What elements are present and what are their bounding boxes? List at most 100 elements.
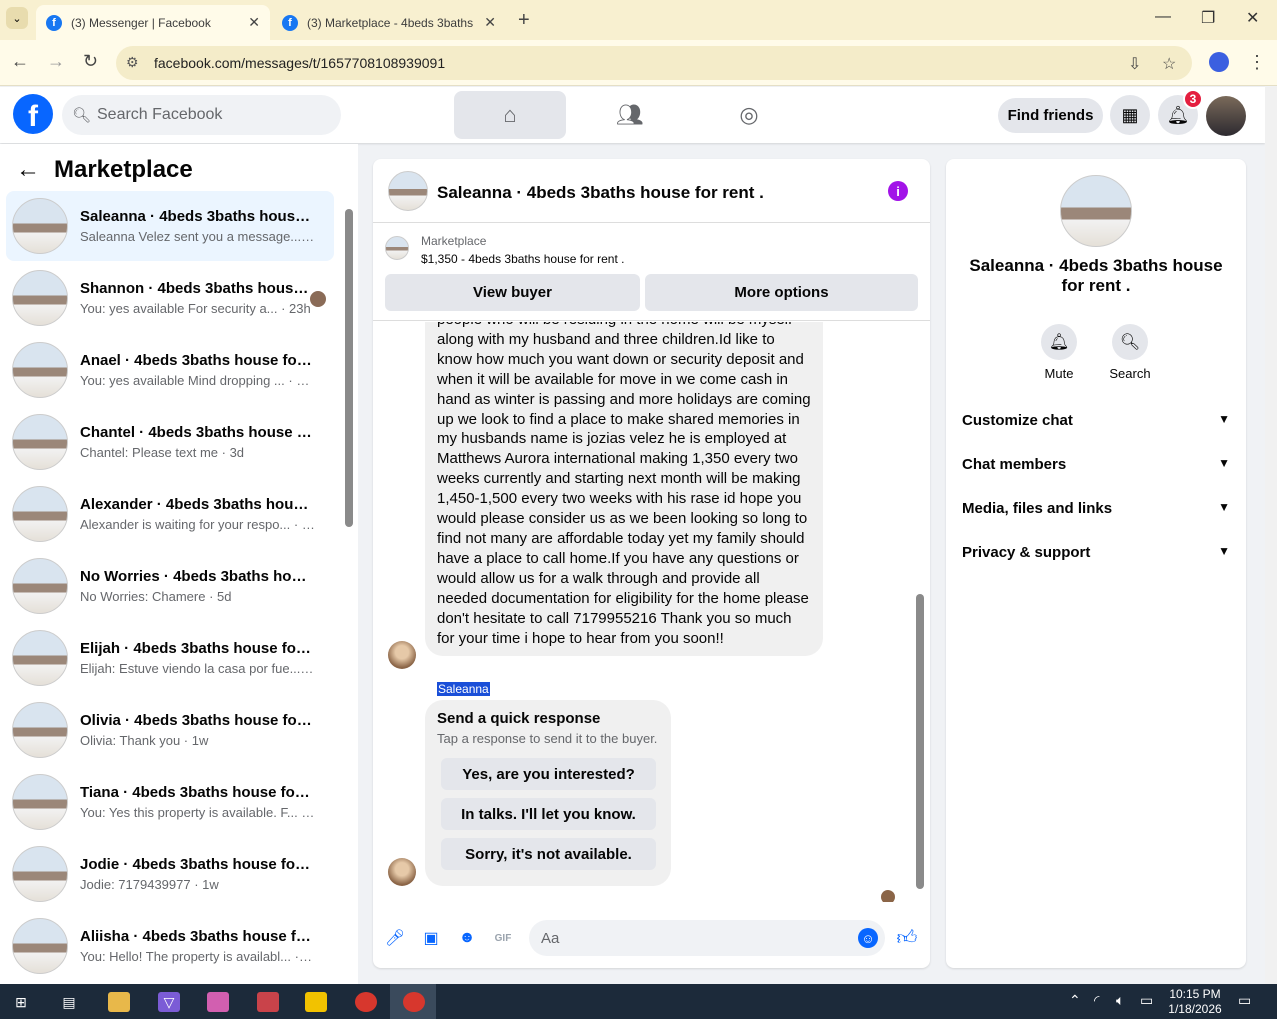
chrome-icon[interactable] bbox=[355, 992, 377, 1012]
listing-thumbnail bbox=[12, 342, 68, 398]
gif-icon[interactable]: GIF bbox=[493, 928, 513, 948]
listing-thumbnail bbox=[12, 846, 68, 902]
close-tab-icon[interactable]: ✕ bbox=[484, 14, 496, 31]
search-action[interactable]: 🔍︎ Search bbox=[1100, 324, 1160, 381]
browser-profile-icon[interactable] bbox=[1209, 52, 1229, 72]
sticky-notes-icon[interactable] bbox=[305, 992, 327, 1012]
facebook-search-input[interactable]: 🔍︎ Search Facebook bbox=[62, 95, 341, 135]
browser-tab-marketplace[interactable]: f (3) Marketplace - 4beds 3baths ✕ bbox=[272, 5, 506, 40]
conversation-item[interactable]: Elijah · 4beds 3baths house for rent . El… bbox=[6, 623, 334, 693]
customize-chat-row[interactable]: Customize chat ▼ bbox=[962, 412, 1230, 429]
find-friends-button[interactable]: Find friends bbox=[998, 98, 1103, 133]
conversation-item[interactable]: Shannon · 4beds 3baths house for rent . Y… bbox=[6, 263, 334, 333]
quick-response-button[interactable]: Sorry, it's not available. bbox=[441, 838, 656, 870]
chrome-icon[interactable] bbox=[403, 992, 425, 1012]
tab-search-dropdown-icon[interactable]: ⌄ bbox=[6, 7, 28, 29]
system-clock[interactable]: 10:15 PM 1/18/2026 bbox=[1160, 987, 1230, 1017]
bookmark-star-icon[interactable]: ☆ bbox=[1162, 54, 1176, 74]
listing-price-title[interactable]: $1,350 - 4beds 3baths house for rent . bbox=[421, 252, 624, 266]
conversation-preview: Saleanna Velez sent you a message... · 4… bbox=[80, 229, 315, 244]
facebook-logo-icon[interactable]: f bbox=[13, 94, 53, 134]
chat-listing-avatar[interactable] bbox=[388, 171, 428, 211]
network-icon[interactable]: ◜ bbox=[1094, 992, 1099, 1009]
sender-avatar[interactable] bbox=[388, 641, 416, 669]
chat-scrollbar[interactable] bbox=[916, 594, 924, 889]
search-icon: 🔍︎ bbox=[1112, 324, 1148, 360]
conversation-item[interactable]: Saleanna · 4beds 3baths house for rent .… bbox=[6, 191, 334, 261]
more-options-button[interactable]: More options bbox=[645, 274, 918, 311]
conversation-item[interactable]: Aliisha · 4beds 3baths house for rent . Y… bbox=[6, 911, 334, 981]
close-tab-icon[interactable]: ✕ bbox=[248, 14, 260, 31]
listing-thumbnail bbox=[12, 270, 68, 326]
windows-start-icon[interactable]: ⊞ bbox=[10, 992, 32, 1012]
like-thumbs-up-icon[interactable]: 👍︎ bbox=[897, 927, 918, 949]
conversation-item[interactable]: Jodie · 4beds 3baths house for rent . Jod… bbox=[6, 839, 334, 909]
account-avatar[interactable] bbox=[1206, 96, 1246, 136]
show-hidden-icons-icon[interactable]: ⌃ bbox=[1069, 992, 1081, 1009]
app-icon[interactable]: ▽ bbox=[158, 992, 180, 1012]
browser-tab-messenger[interactable]: f (3) Messenger | Facebook ✕ bbox=[36, 5, 270, 40]
page-scrollbar[interactable] bbox=[1265, 87, 1277, 984]
app-icon[interactable] bbox=[207, 992, 229, 1012]
restore-icon[interactable]: ❐ bbox=[1201, 8, 1215, 28]
message-input[interactable]: Aa ☺ bbox=[529, 920, 885, 956]
conversation-item[interactable]: Anael · 4beds 3baths house for rent . You… bbox=[6, 335, 334, 405]
conversation-item[interactable]: Chantel · 4beds 3baths house for rent . C… bbox=[6, 407, 334, 477]
file-explorer-icon[interactable] bbox=[108, 992, 130, 1012]
view-buyer-button[interactable]: View buyer bbox=[385, 274, 640, 311]
privacy-support-row[interactable]: Privacy & support ▼ bbox=[962, 544, 1230, 561]
chevron-down-icon: ▼ bbox=[1218, 412, 1230, 426]
back-icon[interactable]: ← bbox=[11, 51, 29, 72]
chat-members-row[interactable]: Chat members ▼ bbox=[962, 456, 1230, 473]
sidebar-scrollbar[interactable] bbox=[345, 209, 353, 527]
media-files-links-row[interactable]: Media, files and links ▼ bbox=[962, 500, 1230, 517]
conversation-preview: Elijah: Estuve viendo la casa por fue...… bbox=[80, 661, 315, 676]
sticker-icon[interactable]: ☻ bbox=[457, 928, 477, 948]
app-icon[interactable] bbox=[257, 992, 279, 1012]
listing-thumbnail bbox=[12, 630, 68, 686]
home-tab[interactable]: ⌂ bbox=[454, 91, 566, 139]
browser-tab-strip: ⌄ f (3) Messenger | Facebook ✕ f (3) Mar… bbox=[0, 0, 1277, 40]
conversation-preview: You: yes available Mind dropping ... · 2… bbox=[80, 373, 315, 388]
conversation-item[interactable]: Alexander · 4beds 3baths house for rent … bbox=[6, 479, 334, 549]
conversation-details-panel: Saleanna · 4beds 3baths house for rent .… bbox=[946, 159, 1246, 968]
search-placeholder: Search Facebook bbox=[97, 106, 223, 123]
info-icon[interactable]: i bbox=[888, 181, 908, 201]
microphone-icon[interactable]: 🎤︎ bbox=[385, 928, 405, 948]
conversation-item[interactable]: Olivia · 4beds 3baths house for rent . Ol… bbox=[6, 695, 334, 765]
task-view-icon[interactable]: ▤ bbox=[58, 992, 80, 1012]
conversation-item[interactable]: No Worries · 4beds 3baths house for rent… bbox=[6, 551, 334, 621]
groups-tab[interactable]: ◎ bbox=[693, 91, 805, 139]
battery-icon[interactable]: ▭ bbox=[1140, 992, 1153, 1009]
reload-icon[interactable]: ↻ bbox=[83, 51, 98, 72]
listing-thumbnail bbox=[12, 198, 68, 254]
mute-action[interactable]: 🔔︎ Mute bbox=[1029, 324, 1089, 381]
incoming-message-bubble: people who will be residing in the home … bbox=[425, 322, 823, 657]
conversation-name: Tiana · 4beds 3baths house for rent . bbox=[80, 784, 315, 801]
minimize-icon[interactable]: — bbox=[1155, 8, 1171, 26]
url-bar[interactable]: ⚙ facebook.com/messages/t/16577081089390… bbox=[116, 46, 1192, 80]
browser-menu-icon[interactable]: ⋮ bbox=[1248, 52, 1266, 73]
clock-date: 1/18/2026 bbox=[1168, 1002, 1222, 1016]
back-arrow-icon[interactable]: ← bbox=[16, 156, 40, 184]
chat-title[interactable]: Saleanna · 4beds 3baths house for rent . bbox=[437, 183, 764, 203]
photo-icon[interactable]: ▣ bbox=[421, 928, 441, 948]
quick-response-button[interactable]: In talks. I'll let you know. bbox=[441, 798, 656, 830]
emoji-icon[interactable]: ☺ bbox=[858, 928, 878, 948]
forward-icon[interactable]: → bbox=[47, 51, 65, 72]
menu-grid-button[interactable]: ▦ bbox=[1110, 95, 1150, 135]
sender-avatar[interactable] bbox=[388, 858, 416, 886]
notifications-center-icon[interactable]: ▭ bbox=[1238, 992, 1251, 1009]
friends-tab[interactable]: 👥︎ bbox=[574, 91, 686, 139]
conversation-item[interactable]: Tiana · 4beds 3baths house for rent . You… bbox=[6, 767, 334, 837]
conversation-name: Chantel · 4beds 3baths house for rent . bbox=[80, 424, 315, 441]
volume-icon[interactable]: 🔈︎ bbox=[1116, 992, 1124, 1009]
chat-header: Saleanna · 4beds 3baths house for rent .… bbox=[373, 159, 930, 223]
site-settings-icon[interactable]: ⚙ bbox=[126, 54, 139, 71]
new-tab-icon[interactable]: + bbox=[518, 9, 530, 32]
close-window-icon[interactable]: ✕ bbox=[1246, 8, 1259, 28]
install-app-icon[interactable]: ⇩ bbox=[1128, 54, 1141, 74]
details-title: Saleanna · 4beds 3baths house for rent . bbox=[969, 256, 1223, 295]
quick-response-button[interactable]: Yes, are you interested? bbox=[441, 758, 656, 790]
conversation-preview: You: Yes this property is available. F..… bbox=[80, 805, 315, 820]
